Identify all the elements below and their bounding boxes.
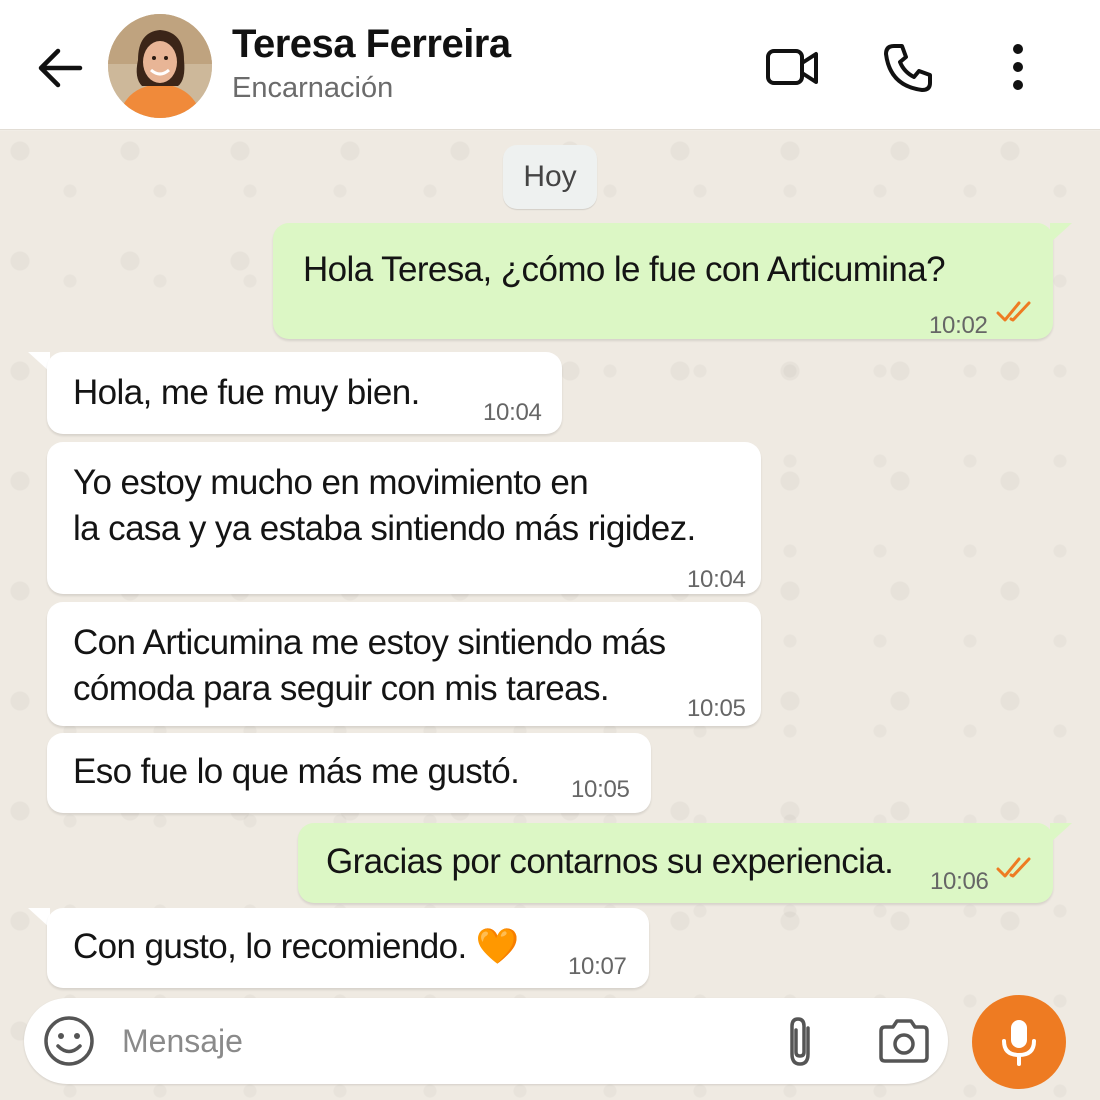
message-text: Con gusto, lo recomiendo. 🧡 — [73, 927, 519, 966]
message-time: 10:04 — [483, 399, 542, 426]
message-time: 10:06 — [930, 868, 989, 895]
back-arrow-icon[interactable] — [30, 38, 90, 98]
incoming-message[interactable]: Eso fue lo que más me gustó. 10:05 — [47, 733, 651, 813]
outgoing-message[interactable]: Gracias por contarnos su experiencia. 10… — [298, 823, 1053, 903]
message-text: Gracias por contarnos su experiencia. — [326, 842, 894, 881]
message-input[interactable] — [122, 1016, 742, 1066]
contact-subtitle: Encarnación — [232, 72, 394, 104]
read-receipt-icon — [996, 301, 1031, 322]
incoming-message[interactable]: Con Articumina me estoy sintiendo más có… — [47, 602, 761, 726]
video-call-icon[interactable] — [764, 40, 820, 96]
message-time: 10:02 — [929, 312, 988, 339]
bubble-tail — [1050, 223, 1072, 243]
contact-avatar[interactable] — [108, 14, 212, 118]
contact-name[interactable]: Teresa Ferreira — [232, 22, 511, 67]
phone-icon[interactable] — [880, 40, 936, 96]
microphone-button[interactable] — [972, 995, 1066, 1089]
incoming-message[interactable]: Con gusto, lo recomiendo. 🧡 10:07 — [47, 908, 649, 988]
microphone-icon — [1002, 1020, 1036, 1066]
incoming-message[interactable]: Yo estoy mucho en movimiento en la casa … — [47, 442, 761, 594]
more-options-icon[interactable] — [995, 40, 1041, 96]
message-text: Hola, me fue muy bien. — [73, 373, 420, 412]
outgoing-message[interactable]: Hola Teresa, ¿cómo le fue con Articumina… — [273, 223, 1053, 339]
message-time: 10:05 — [571, 776, 630, 803]
message-time: 10:07 — [568, 953, 627, 980]
message-time: 10:05 — [687, 695, 746, 722]
chat-header: Teresa Ferreira Encarnación — [0, 0, 1100, 130]
message-text: Con Articumina me estoy sintiendo más có… — [73, 623, 666, 708]
read-receipt-icon — [996, 857, 1031, 878]
emoji-icon[interactable] — [42, 1014, 96, 1068]
bubble-tail — [1050, 823, 1072, 843]
attach-icon[interactable] — [776, 1014, 826, 1070]
message-text: Yo estoy mucho en movimiento en la casa … — [73, 463, 696, 548]
message-text: Hola Teresa, ¿cómo le fue con Articumina… — [303, 250, 946, 289]
message-composer — [24, 998, 948, 1084]
camera-icon[interactable] — [876, 1016, 932, 1066]
date-separator: Hoy — [503, 145, 597, 209]
message-time: 10:04 — [687, 566, 746, 593]
incoming-message[interactable]: Hola, me fue muy bien. 10:04 — [47, 352, 562, 434]
message-text: Eso fue lo que más me gustó. — [73, 752, 520, 791]
